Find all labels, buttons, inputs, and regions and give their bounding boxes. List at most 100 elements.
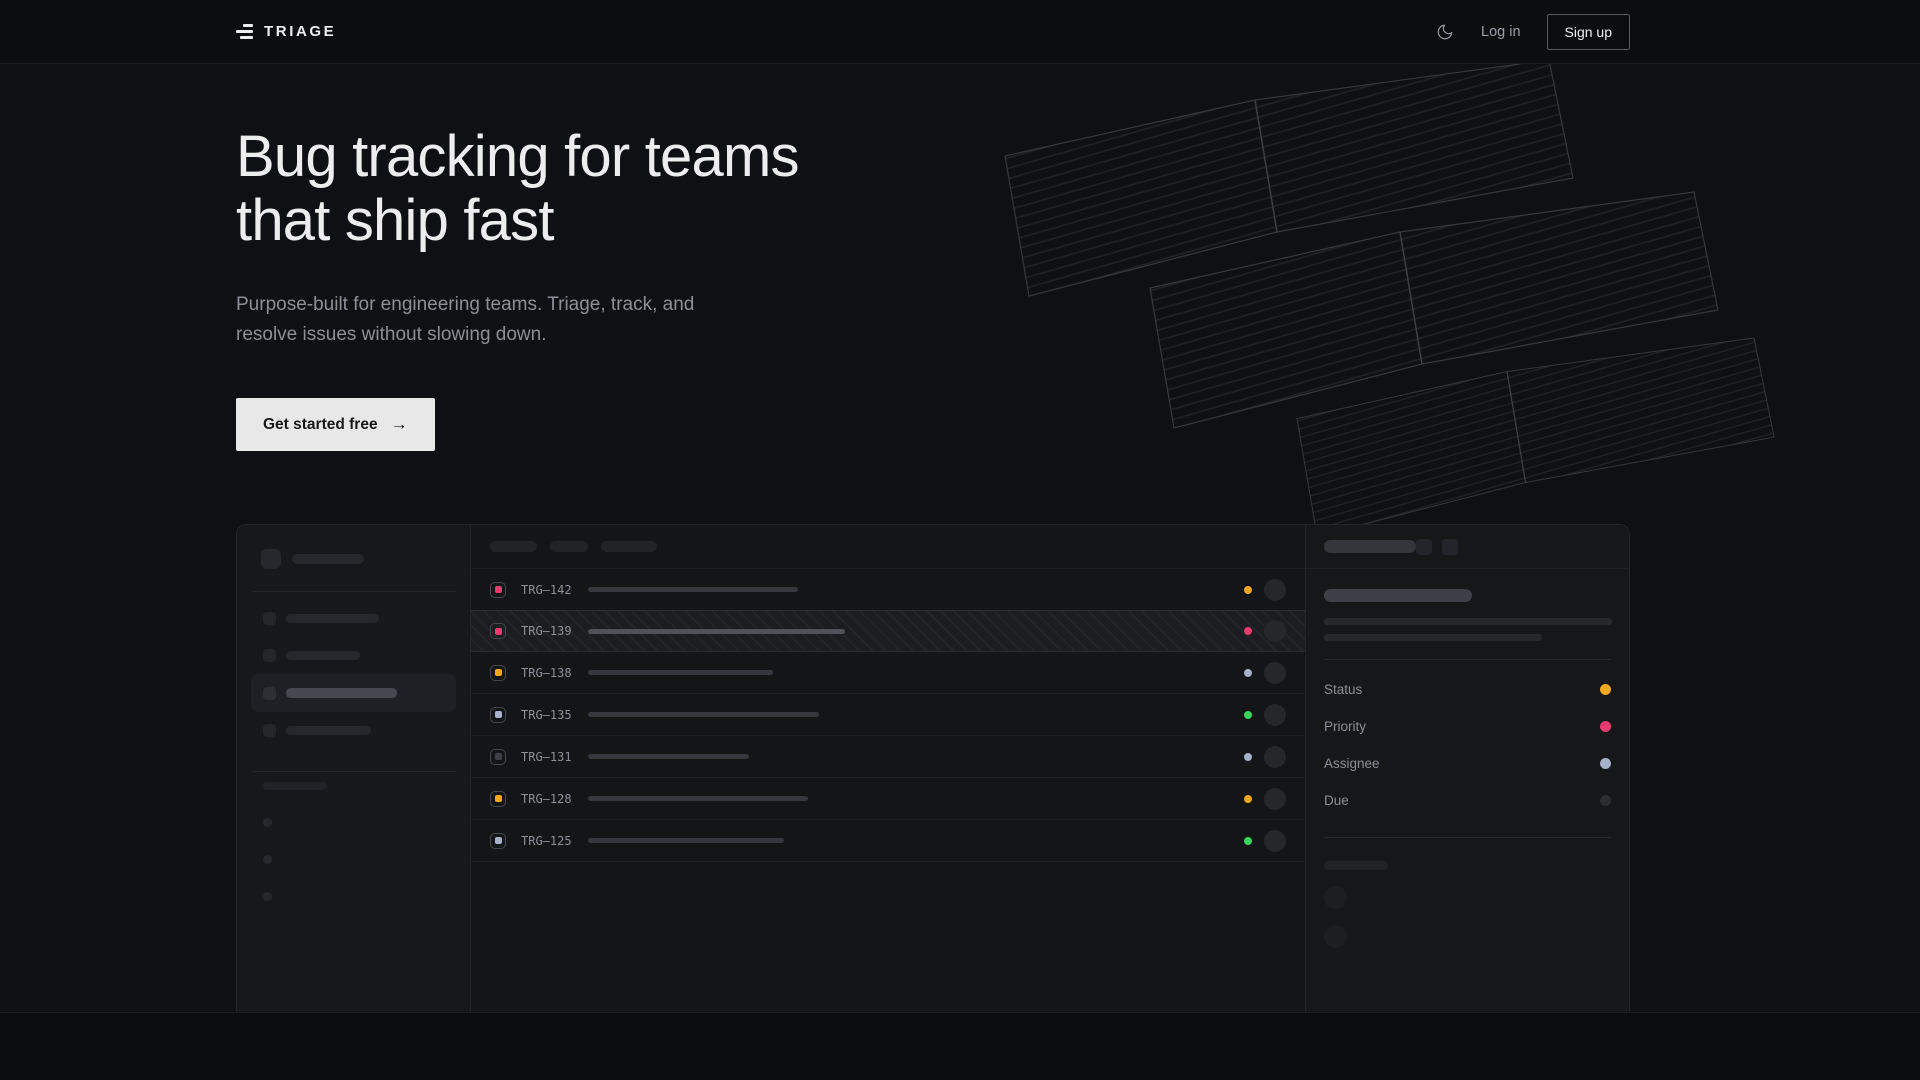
comment-avatar-placeholder [1324, 925, 1347, 948]
issue-description-placeholder [1324, 618, 1612, 625]
status-dot [1244, 753, 1252, 761]
issue-row[interactable]: TRG–128 [471, 778, 1305, 820]
top-nav: TRIAGE Log in Sign up [0, 0, 1920, 64]
status-dot [1244, 837, 1252, 845]
assignee-avatar [1264, 579, 1286, 601]
brand-logo[interactable]: TRIAGE [236, 23, 336, 40]
field-value-dot [1600, 684, 1611, 695]
issue-title-placeholder [588, 838, 784, 843]
arrow-right-icon: → [391, 414, 408, 434]
mockup-sidebar [237, 525, 471, 1013]
assignee-avatar [1264, 662, 1286, 684]
workspace-name-placeholder [292, 554, 364, 564]
issue-title-placeholder [1324, 589, 1472, 602]
issue-type-icon [490, 749, 506, 765]
heading-line-1: Bug tracking for teams [236, 124, 799, 189]
sidebar-divider [253, 591, 456, 592]
issue-type-icon [490, 833, 506, 849]
field-label: Assignee [1324, 756, 1380, 771]
issue-title-placeholder [588, 712, 819, 717]
sidebar-item[interactable] [237, 600, 470, 637]
issue-row[interactable]: TRG–125 [471, 820, 1305, 862]
sidebar-item[interactable] [237, 637, 470, 674]
issue-row[interactable]: TRG–138 [471, 652, 1305, 694]
hero-section: Bug tracking for teams that ship fast Pu… [0, 64, 1920, 1013]
workspace-switcher [261, 549, 470, 569]
workspace-avatar [261, 549, 281, 569]
issue-detail-panel: Status Priority Assignee Due [1305, 525, 1629, 1013]
sidebar-item-label-placeholder [286, 688, 397, 698]
assignee-avatar [1264, 620, 1286, 642]
issue-type-icon [490, 791, 506, 807]
get-started-button[interactable]: Get started free → [236, 398, 435, 451]
status-dot [1244, 795, 1252, 803]
login-link[interactable]: Log in [1481, 24, 1521, 40]
issue-type-icon [490, 707, 506, 723]
page-footer [0, 1013, 1920, 1080]
detail-field-status[interactable]: Status [1324, 671, 1611, 708]
subtext-line-2: resolve issues without slowing down. [236, 324, 547, 345]
theme-toggle-button[interactable] [1435, 22, 1455, 42]
activity-label-placeholder [1324, 861, 1388, 870]
heading-line-2: that ship fast [236, 188, 554, 253]
field-label: Due [1324, 793, 1349, 808]
assignee-avatar [1264, 788, 1286, 810]
field-value-dot [1600, 795, 1611, 806]
issue-title-placeholder [588, 629, 845, 634]
status-dot [1244, 627, 1252, 635]
filter-pill-placeholder [550, 541, 588, 552]
triage-logo-icon [236, 24, 253, 39]
moon-icon [1436, 23, 1454, 41]
assignee-avatar [1264, 746, 1286, 768]
field-label: Priority [1324, 719, 1366, 734]
sidebar-section-label-placeholder [263, 782, 327, 790]
detail-field-due[interactable]: Due [1324, 782, 1611, 819]
field-value-dot [1600, 721, 1611, 732]
sidebar-item-icon [263, 724, 276, 737]
filter-pill-placeholder [490, 541, 537, 552]
issue-row[interactable]: TRG–142 [471, 569, 1305, 611]
issue-type-icon [490, 665, 506, 681]
filter-pill-placeholder [601, 541, 657, 552]
page-title: Bug tracking for teams that ship fast [236, 125, 799, 253]
issue-list: TRG–142 TRG–139 TRG–138 TRG–135 TRG–131 TRG–1… [471, 525, 1305, 1013]
issue-title-placeholder [588, 754, 749, 759]
issue-id: TRG–135 [521, 708, 573, 722]
issue-type-icon [490, 582, 506, 598]
issue-row-selected[interactable]: TRG–139 [471, 610, 1305, 652]
app-mockup-card: TRG–142 TRG–139 TRG–138 TRG–135 TRG–131 TRG–1… [236, 524, 1630, 1013]
hero-subtext: Purpose-built for engineering teams. Tri… [236, 290, 694, 350]
sidebar-bullet [263, 892, 272, 901]
signup-button[interactable]: Sign up [1547, 14, 1630, 50]
issue-row[interactable]: TRG–135 [471, 694, 1305, 736]
comment-avatar-placeholder [1324, 886, 1347, 909]
issue-title-placeholder [588, 796, 808, 801]
issue-id: TRG–142 [521, 583, 573, 597]
detail-field-priority[interactable]: Priority [1324, 708, 1611, 745]
issue-id: TRG–128 [521, 792, 573, 806]
sidebar-item-label-placeholder [286, 651, 360, 660]
sidebar-item[interactable] [237, 712, 470, 749]
sidebar-bullet [263, 818, 272, 827]
sidebar-item-icon [263, 649, 276, 662]
issue-list-toolbar [471, 525, 1305, 569]
detail-fields: Status Priority Assignee Due [1324, 660, 1611, 819]
sidebar-item-active[interactable] [251, 674, 456, 712]
issue-id: TRG–125 [521, 834, 573, 848]
cta-label: Get started free [263, 416, 378, 434]
issue-id: TRG–139 [521, 624, 573, 638]
issue-title-placeholder [588, 587, 798, 592]
field-label: Status [1324, 682, 1362, 697]
issue-row[interactable]: TRG–131 [471, 736, 1305, 778]
sidebar-item-icon [263, 612, 276, 625]
panel-action-button[interactable] [1416, 539, 1432, 555]
status-dot [1244, 669, 1252, 677]
subtext-line-1: Purpose-built for engineering teams. Tri… [236, 294, 694, 315]
panel-action-button[interactable] [1442, 539, 1458, 555]
panel-divider [1324, 837, 1611, 838]
sidebar-item-label-placeholder [286, 726, 371, 735]
detail-panel-header [1306, 525, 1629, 569]
sidebar-bullet [263, 855, 272, 864]
sidebar-divider [253, 771, 456, 772]
detail-field-assignee[interactable]: Assignee [1324, 745, 1611, 782]
